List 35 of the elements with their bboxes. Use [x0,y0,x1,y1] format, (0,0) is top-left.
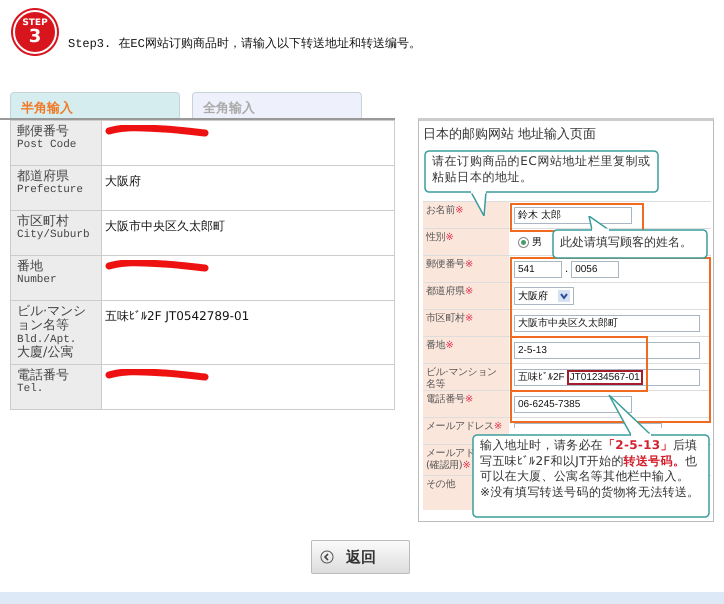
form-label: 市区町村※ [423,310,509,336]
callout-text: 此处请填写顾客的姓名。 [560,235,693,251]
row-label: 市区町村 City/Suburb [11,211,102,255]
input-field[interactable]: 2-5-13 [514,342,700,358]
address-value: 五味ﾋﾞﾙ2F JT0542789-01 [105,309,250,323]
input-field[interactable]: 06-6245-7385 [514,396,632,412]
input-field[interactable]: 鈴木 太郎 [514,206,632,224]
callout-text: 请在订购商品的EC网站地址栏里复制或粘贴日本的地址。 [432,154,652,186]
form-label: お名前※ [423,202,509,228]
input-field[interactable]: 541 [514,260,562,278]
address-value: 大阪府 [105,174,141,188]
row-label: 都道府県 Prefecture [11,166,102,210]
input-field[interactable]: 大阪市中央区久太郎町 [514,314,700,332]
form-label: 性別※ [423,229,509,255]
back-button[interactable]: 返回 [311,540,410,574]
row-label: 番地 Number [11,256,102,300]
form-label: 郵便番号※ [423,256,509,282]
form-label: 番地※ [423,337,509,363]
form-label: 都道府県※ [423,283,509,309]
row-label: ビル·マンション名等 Bld./Apt. 大廈/公寓 [11,301,102,364]
step-badge: STEP 3 [13,10,57,54]
example-title: 日本的邮购网站 地址输入页面 [422,126,598,144]
dropdown[interactable]: 大阪府 [514,287,574,305]
address-value: 大阪市中央区久太郎町 [105,219,225,233]
row-label: 郵便番号 Post Code [11,121,102,165]
radio-button[interactable] [518,236,529,248]
step-instruction: Step3. 在EC网站订购商品时，请输入以下转送地址和转送编号。 [68,36,421,52]
row-label: 電話番号 Tel. [11,364,102,409]
form-label: ビル·マンション名等 [423,364,509,390]
separator-text: . [565,264,568,274]
radio-label: 男 [532,236,542,249]
input-field[interactable]: 0056 [571,260,620,278]
input-field[interactable]: 五味ﾋﾞﾙ2F JT01234567-01 [514,368,700,386]
caret-icon [558,290,570,302]
form-label: 電話番号※ [423,391,509,417]
